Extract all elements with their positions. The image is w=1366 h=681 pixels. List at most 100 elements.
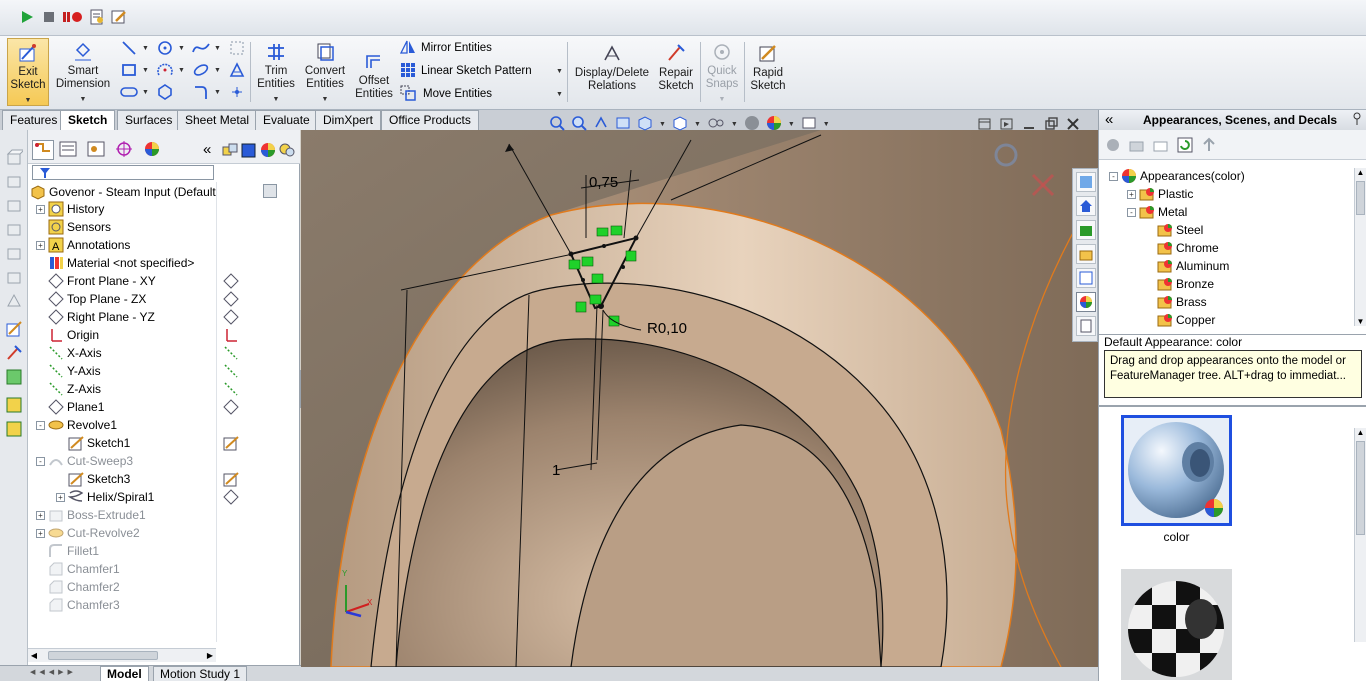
zoom-to-area-icon[interactable] <box>571 115 587 134</box>
display-delete-relations-button[interactable]: Display/Delete Relations <box>573 38 651 106</box>
scroll-right-icon[interactable]: ▶ <box>204 649 216 662</box>
display-pane-icon-3[interactable] <box>259 141 277 159</box>
home-tab-icon[interactable] <box>1076 196 1096 216</box>
appearances-tab-icon[interactable] <box>1076 292 1096 312</box>
expand-toggle[interactable]: + <box>36 240 45 250</box>
previous-view-icon[interactable] <box>593 115 609 134</box>
tab-model[interactable]: Model <box>100 666 149 681</box>
tree-item-front-plane-xy[interactable]: Front Plane - XY <box>36 272 156 290</box>
appearance-item-chrome[interactable]: Chrome <box>1145 239 1219 257</box>
view-settings-icon[interactable] <box>801 115 817 134</box>
new-macro-icon[interactable] <box>88 8 106 26</box>
thumbnail-scrollbar[interactable]: ▲ <box>1354 428 1366 642</box>
polygon-icon[interactable] <box>156 84 174 100</box>
hscroll-thumb[interactable] <box>48 651 158 660</box>
tree-item-boss-extrude1[interactable]: + Boss-Extrude1 <box>36 506 146 524</box>
scroll-left-icon[interactable]: ◀ <box>28 649 40 662</box>
visibility-axis-icon[interactable] <box>223 363 239 382</box>
appearance-item-brass[interactable]: Brass <box>1145 293 1207 311</box>
visibility-origin-icon[interactable] <box>223 327 239 346</box>
tab-surfaces[interactable]: Surfaces <box>117 110 181 130</box>
display-pane-icon-1[interactable] <box>221 141 239 159</box>
tree-item-sketch1[interactable]: Sketch1 <box>56 434 130 452</box>
expand-toggle[interactable]: + <box>36 510 45 520</box>
rapid-sketch-button[interactable]: Rapid Sketch <box>748 38 788 106</box>
sweep-boss-icon[interactable] <box>5 196 23 214</box>
display-style-icon[interactable] <box>672 115 688 134</box>
appearance-item-metal[interactable]: - Metal <box>1127 203 1187 221</box>
add-location-icon[interactable] <box>1105 137 1121 156</box>
tree-item-origin[interactable]: Origin <box>36 326 99 344</box>
tree-item-cut-revolve2[interactable]: + Cut-Revolve2 <box>36 524 140 542</box>
expand-toggle[interactable]: - <box>1127 207 1136 217</box>
tree-item-chamfer3[interactable]: Chamfer3 <box>36 596 120 614</box>
relations-small-icon[interactable] <box>5 368 23 386</box>
apply-scene-icon[interactable] <box>766 115 782 134</box>
convert-entities-button[interactable]: Convert Entities ▼ <box>302 38 348 106</box>
tree-item-material-not-specified[interactable]: Material <not specified> <box>36 254 194 272</box>
rectangle-icon[interactable] <box>120 62 138 78</box>
design-library-tab-icon[interactable] <box>1076 220 1096 240</box>
dimension-radius[interactable]: R0,10 <box>647 320 687 337</box>
revolve-boss-icon[interactable] <box>5 172 23 190</box>
maximize-icon[interactable] <box>1044 117 1058 134</box>
view-orientation-icon[interactable] <box>637 115 653 134</box>
linear-sketch-pattern-button[interactable]: Linear Sketch Pattern <box>400 62 532 80</box>
quick-snaps-button[interactable]: Quick Snaps ▼ <box>703 38 741 106</box>
dimension-one[interactable]: 1 <box>552 462 560 479</box>
tree-item-history[interactable]: + History <box>36 200 104 218</box>
visibility-plane-icon[interactable] <box>223 489 239 508</box>
configuration-manager-tab-icon[interactable] <box>86 140 108 160</box>
tree-item-helix-spiral1[interactable]: + Helix/Spiral1 <box>56 488 154 506</box>
add-folder-icon[interactable] <box>1129 137 1145 156</box>
tree-item-plane1[interactable]: Plane1 <box>36 398 104 416</box>
expand-toggle[interactable]: + <box>36 528 45 538</box>
expand-toggle[interactable]: - <box>1109 171 1118 181</box>
tree-item-top-plane-zx[interactable]: Top Plane - ZX <box>36 290 146 308</box>
construction-geometry-icon[interactable] <box>228 40 246 56</box>
tree-item-sensors[interactable]: Sensors <box>36 218 111 236</box>
appearance-item-steel[interactable]: Steel <box>1145 221 1203 239</box>
graphics-area[interactable]: 0,75 R0,10 1 Y X <box>301 130 1098 667</box>
visibility-plane-icon[interactable] <box>223 273 239 292</box>
tree-item-annotations[interactable]: + A Annotations <box>36 236 130 254</box>
visibility-axis-icon[interactable] <box>223 345 239 364</box>
line-icon[interactable] <box>120 40 138 56</box>
tree-item-revolve1[interactable]: - Revolve1 <box>36 416 117 434</box>
expand-toggle[interactable]: - <box>36 456 45 466</box>
tab-evaluate[interactable]: Evaluate <box>255 110 318 130</box>
visibility-plane-icon[interactable] <box>223 309 239 328</box>
tab-motion-study-1[interactable]: Motion Study 1 <box>153 666 248 681</box>
arc-icon[interactable] <box>156 62 174 78</box>
display-manager-tab-icon[interactable] <box>142 140 164 160</box>
display-state-swatch[interactable] <box>263 184 277 198</box>
feature-tree-tab-icon[interactable] <box>32 140 54 160</box>
display-pane-icon-2[interactable] <box>240 141 258 159</box>
refresh-icon[interactable] <box>1177 137 1193 156</box>
checker-thumbnail[interactable] <box>1121 569 1232 680</box>
solidworks-resources-tab-icon[interactable] <box>1076 172 1096 192</box>
view-palette-tab-icon[interactable] <box>1076 268 1096 288</box>
tab-features[interactable]: Features <box>2 110 66 130</box>
tab-sketch[interactable]: Sketch <box>60 110 116 131</box>
up-level-icon[interactable] <box>1201 137 1217 156</box>
revolve-cut-icon[interactable] <box>5 268 23 286</box>
dimxpert-manager-tab-icon[interactable] <box>114 140 136 160</box>
move-entities-button[interactable]: Move Entities <box>400 85 492 103</box>
sketch-icon[interactable] <box>5 320 23 338</box>
restore-tile-icon[interactable] <box>978 117 992 134</box>
fillet-sketch-icon[interactable] <box>192 84 210 100</box>
tree-item-sketch3[interactable]: Sketch3 <box>56 470 130 488</box>
tab-dimxpert[interactable]: DimXpert <box>315 110 382 130</box>
expand-toggle[interactable]: + <box>36 204 45 214</box>
appearance-item-appearances-color[interactable]: - Appearances(color) <box>1109 167 1245 185</box>
collapse-arrow-icon[interactable]: « <box>203 141 211 158</box>
tab-office-products[interactable]: Office Products <box>381 110 479 130</box>
feature-tree-root[interactable]: Govenor - Steam Input (Default <box>30 183 216 201</box>
display-pane-icon-4[interactable] <box>278 141 296 159</box>
edit-appearance-icon[interactable] <box>744 115 760 134</box>
extrude-boss-icon[interactable] <box>5 148 26 166</box>
expand-toggle[interactable]: + <box>1127 189 1136 199</box>
appearance-small-icon[interactable] <box>5 396 23 414</box>
tree-item-y-axis[interactable]: Y-Axis <box>36 362 101 380</box>
